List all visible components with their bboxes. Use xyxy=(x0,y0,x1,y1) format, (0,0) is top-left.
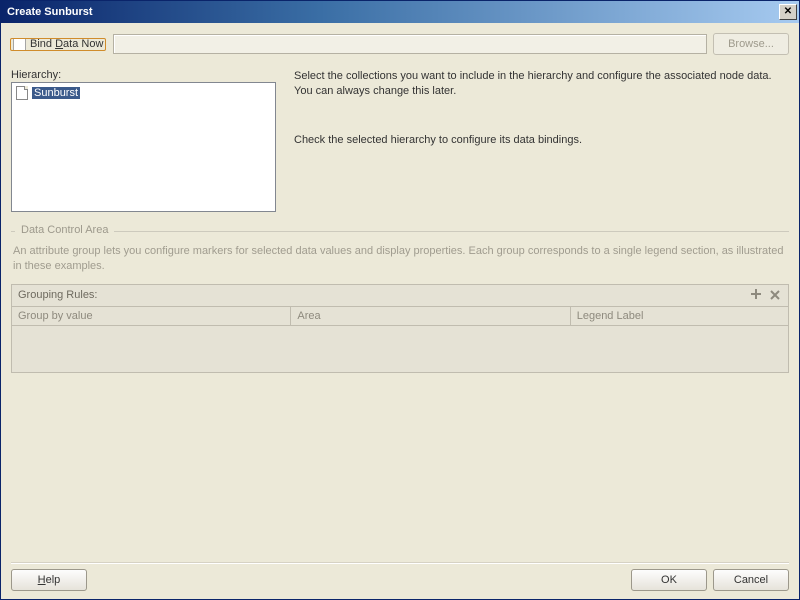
instruction-text-1: Select the collections you want to inclu… xyxy=(294,69,789,99)
data-control-area-separator: Data Control Area xyxy=(11,224,789,238)
cross-icon xyxy=(769,289,781,301)
close-icon: ✕ xyxy=(784,7,792,17)
grouping-rules-panel: Grouping Rules: Group by value Area Lege… xyxy=(11,284,789,373)
window-close-button[interactable]: ✕ xyxy=(779,4,797,20)
grouping-table-body[interactable] xyxy=(12,326,788,372)
column-header-legend-label[interactable]: Legend Label xyxy=(571,307,788,325)
dialog-window: Create Sunburst ✕ Bind Data Now Browse..… xyxy=(0,0,800,600)
cancel-button[interactable]: Cancel xyxy=(713,569,789,591)
window-title: Create Sunburst xyxy=(7,6,93,18)
dialog-footer: Help OK Cancel xyxy=(11,562,789,591)
ok-button[interactable]: OK xyxy=(631,569,707,591)
data-control-area-title: Data Control Area xyxy=(15,224,114,236)
tree-item[interactable]: Sunburst xyxy=(14,85,273,101)
hierarchy-label: Hierarchy: xyxy=(11,69,276,81)
column-header-area[interactable]: Area xyxy=(291,307,570,325)
hierarchy-tree[interactable]: Sunburst xyxy=(11,82,276,212)
add-group-button[interactable] xyxy=(748,288,763,303)
browse-button[interactable]: Browse... xyxy=(713,33,789,55)
bind-data-now-label: Bind Data Now xyxy=(30,38,103,50)
bind-data-now-checkbox[interactable]: Bind Data Now xyxy=(11,38,105,51)
grouping-table-header: Group by value Area Legend Label xyxy=(12,307,788,326)
document-icon xyxy=(16,86,28,100)
instruction-text-2: Check the selected hierarchy to configur… xyxy=(294,133,789,148)
plus-icon xyxy=(749,288,763,302)
help-button[interactable]: Help xyxy=(11,569,87,591)
data-source-path-input[interactable] xyxy=(113,34,707,54)
tree-item-label: Sunburst xyxy=(32,87,80,99)
grouping-rules-title: Grouping Rules: xyxy=(18,289,98,301)
remove-group-button[interactable] xyxy=(767,288,782,303)
titlebar: Create Sunburst ✕ xyxy=(1,1,799,23)
column-header-group-by-value[interactable]: Group by value xyxy=(12,307,291,325)
data-control-area-description: An attribute group lets you configure ma… xyxy=(13,244,787,274)
checkbox-icon xyxy=(13,38,26,51)
